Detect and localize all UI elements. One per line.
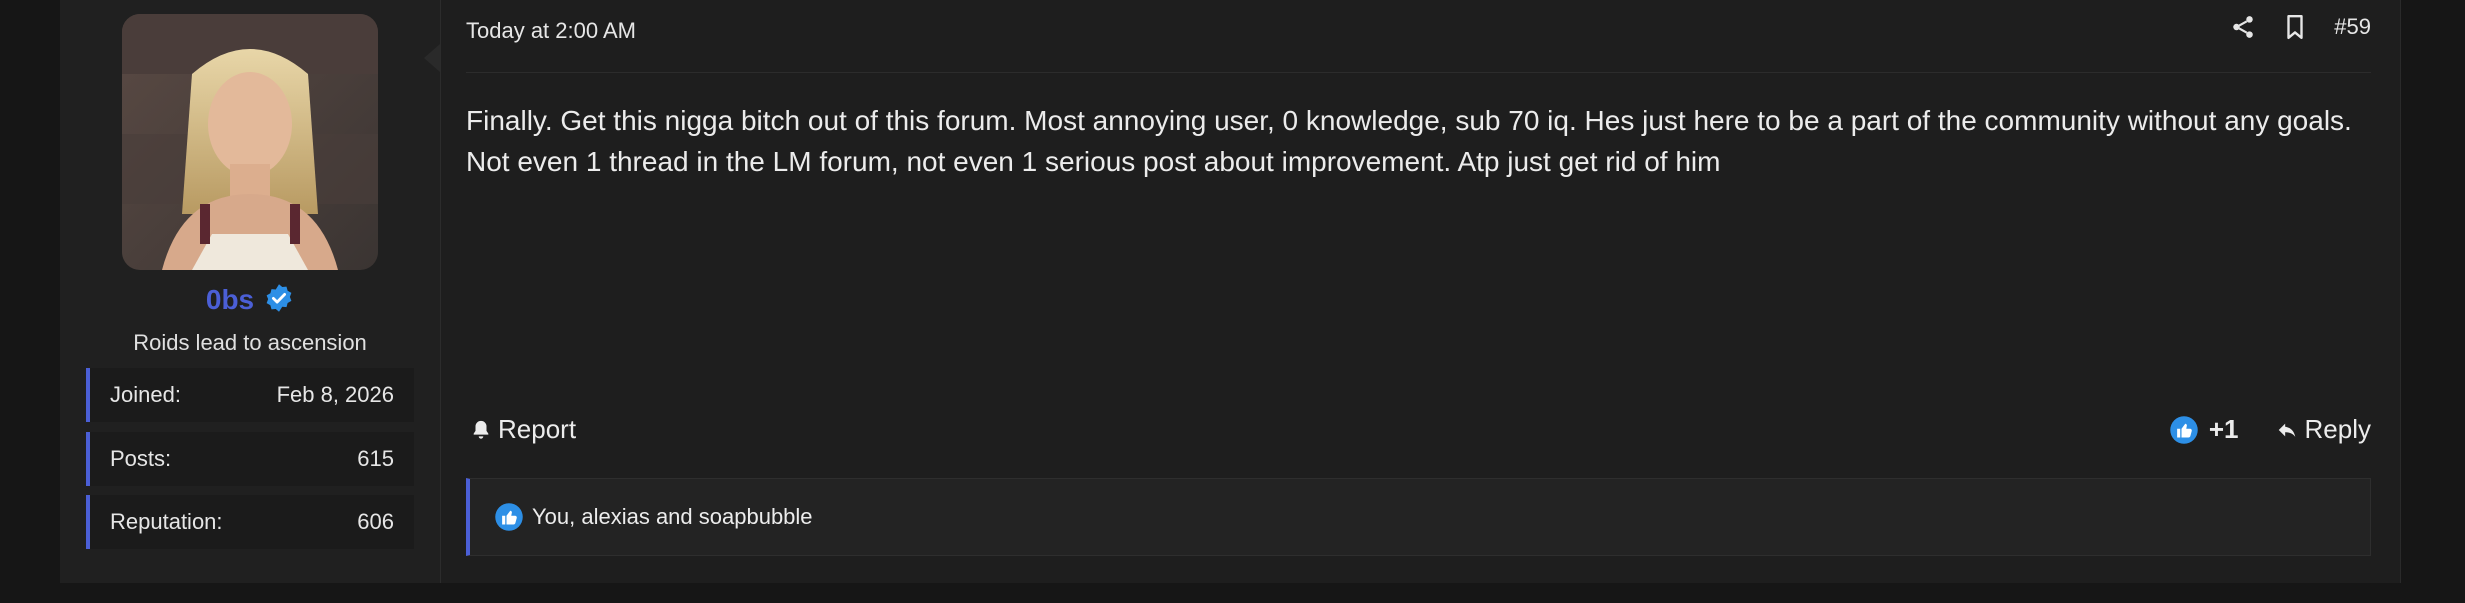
stat-value: 615 [357, 446, 394, 471]
post-number[interactable]: #59 [2334, 14, 2371, 40]
post-message: Finally. Get this nigga bitch out of thi… [466, 105, 2352, 177]
post-timestamp[interactable]: Today at 2:00 AM [466, 18, 636, 44]
report-button[interactable]: Report [470, 414, 576, 445]
verified-icon [266, 283, 292, 312]
reaction-score: +1 [2208, 414, 2239, 444]
share-icon[interactable] [2230, 14, 2256, 40]
reactions-list[interactable]: You, alexias and soapbubble [532, 504, 813, 530]
post-pointer [424, 44, 440, 72]
report-label: Report [498, 414, 577, 444]
post-header-divider [466, 72, 2371, 73]
stat-joined: Joined: Feb 8, 2026 [86, 368, 414, 422]
reply-button[interactable]: Reply [2275, 414, 2371, 445]
reply-label: Reply [2304, 414, 2371, 444]
avatar[interactable] [122, 14, 378, 270]
stat-value: 606 [357, 509, 394, 534]
user-title: Roids lead to ascension [133, 330, 367, 355]
reactions-bar[interactable]: You, alexias and soapbubble [466, 478, 2371, 556]
stat-label: Posts: [110, 446, 172, 471]
post-footer-actions: +1 Reply [2169, 414, 2371, 445]
username-row: 0bs [60, 283, 440, 316]
reply-icon [2278, 423, 2295, 437]
like-icon [495, 503, 523, 531]
stat-label: Reputation: [110, 509, 223, 534]
stat-value: Feb 8, 2026 [276, 382, 394, 407]
post-actions: #59 [2230, 14, 2371, 40]
like-icon[interactable] [2169, 415, 2199, 445]
stat-posts: Posts: 615 [86, 432, 414, 486]
stat-reputation: Reputation: 606 [86, 495, 414, 549]
stat-label: Joined: [110, 382, 181, 407]
username[interactable]: 0bs [206, 284, 254, 315]
bookmark-icon[interactable] [2282, 14, 2308, 40]
bell-icon [473, 420, 489, 439]
